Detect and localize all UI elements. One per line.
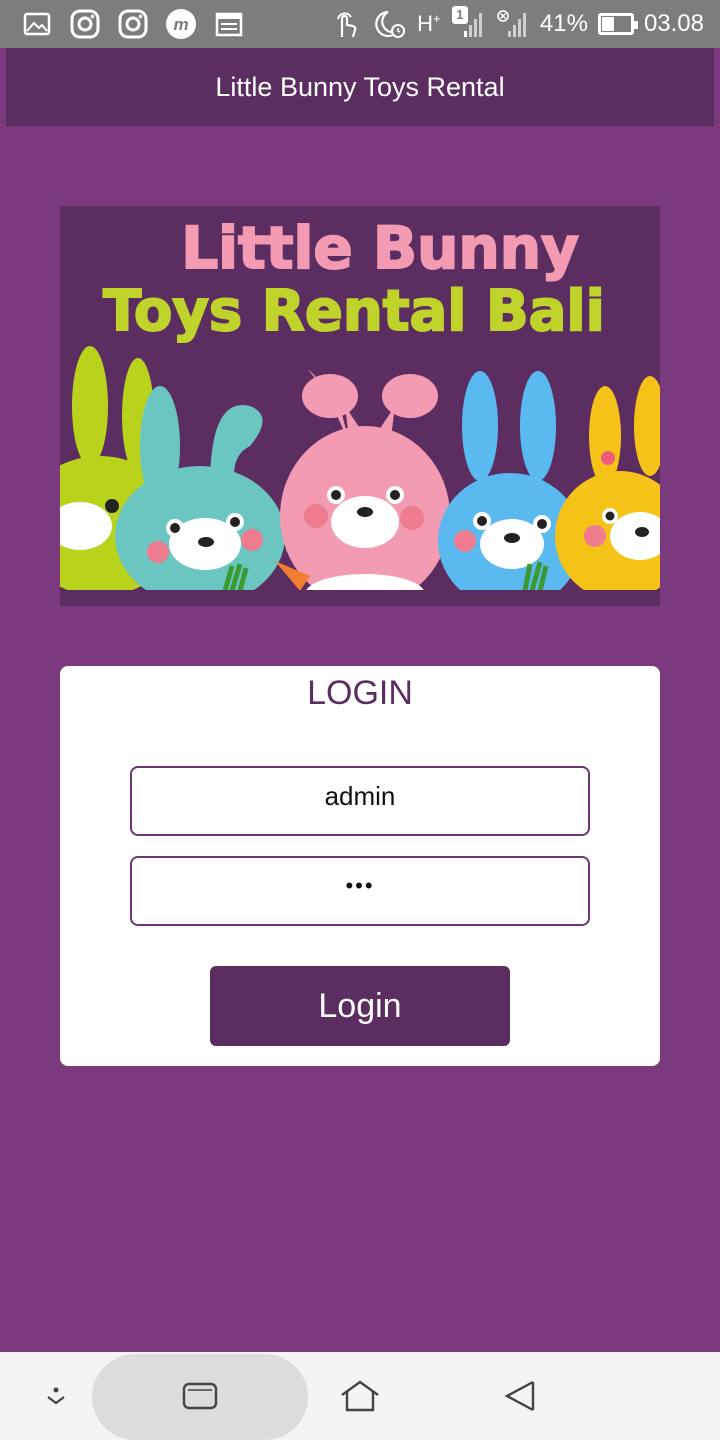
banner-line2: Toys Rental Bali [103, 279, 605, 344]
system-status: H + 1 41% 03.08 [328, 6, 704, 40]
do-not-disturb-alarm-icon [372, 8, 406, 40]
hide-keyboard-icon[interactable] [34, 1374, 78, 1418]
app-bar: Little Bunny Toys Rental [6, 48, 714, 126]
battery-percent: 41% [539, 10, 588, 37]
messenger-icon: m [164, 8, 198, 40]
sim-badge: 1 [451, 6, 468, 24]
app-title: Little Bunny Toys Rental [215, 71, 505, 102]
username-input[interactable] [130, 766, 590, 836]
login-title: LOGIN [307, 674, 413, 712]
instagram-icon [68, 8, 102, 40]
svg-text:m: m [173, 15, 188, 34]
bunny-illustration: Little Bunny Toys Rental Bali [60, 206, 660, 606]
clock: 03.08 [643, 10, 704, 37]
back-icon[interactable] [498, 1374, 542, 1418]
battery-icon [597, 13, 638, 35]
banner-line1: Little Bunny [181, 214, 579, 282]
network-label: H [417, 11, 434, 36]
calendar-icon [212, 8, 246, 40]
no-signal-icon [496, 8, 530, 40]
instagram-icon [116, 8, 150, 40]
login-card: LOGIN Login [60, 666, 660, 1066]
status-bar: m H + 1 41% 03.08 [0, 0, 720, 48]
navigation-bar [0, 1352, 720, 1440]
home-icon[interactable] [338, 1374, 382, 1418]
gallery-icon [20, 8, 54, 40]
sim-1-signal-icon: 1 [451, 6, 486, 40]
banner-image: Little Bunny Toys Rental Bali [60, 206, 660, 606]
network-h-plus-icon: H + [417, 10, 441, 37]
recent-apps-icon[interactable] [178, 1374, 222, 1418]
login-button[interactable]: Login [210, 966, 510, 1046]
touch-icon [328, 8, 362, 40]
password-input[interactable] [130, 856, 590, 926]
notification-icons: m [20, 8, 246, 40]
